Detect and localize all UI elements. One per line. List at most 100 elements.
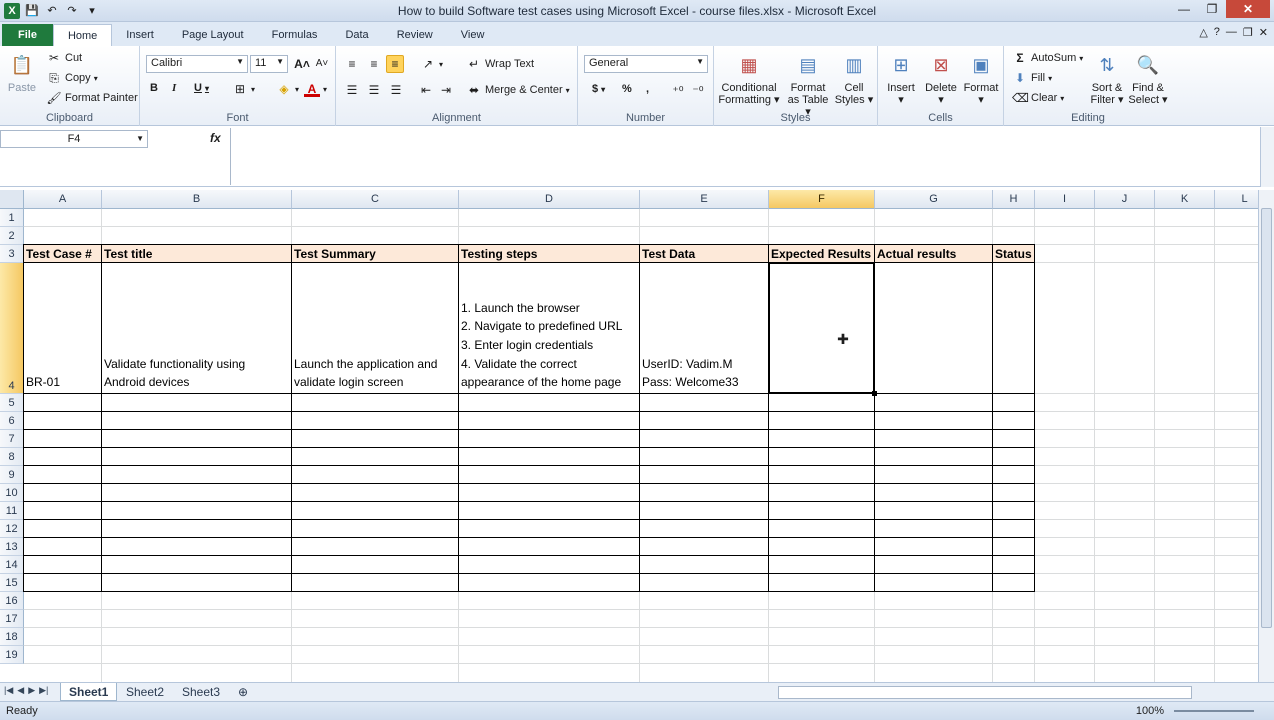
copy-button[interactable]: ⎘ Copy ▾: [46, 70, 98, 86]
tab-insert[interactable]: Insert: [112, 24, 168, 46]
shrink-font-button[interactable]: A˅: [314, 56, 330, 72]
decrease-indent-button[interactable]: ⇤: [418, 82, 434, 98]
cell-d4[interactable]: 1. Launch the browser: [459, 299, 638, 318]
sheet-tab-sheet3[interactable]: Sheet3: [174, 683, 228, 701]
orientation-button[interactable]: ↗ ▾: [420, 56, 443, 72]
row-header-6[interactable]: 6: [0, 412, 24, 430]
column-header-j[interactable]: J: [1095, 190, 1155, 209]
row-header-9[interactable]: 9: [0, 466, 24, 484]
vertical-scrollbar[interactable]: [1258, 190, 1274, 682]
cell-c4[interactable]: Launch the application and: [292, 355, 457, 374]
row-header-4[interactable]: 4: [0, 263, 24, 394]
currency-button[interactable]: $ ▾: [592, 83, 605, 95]
conditional-formatting-button[interactable]: ▦ Conditional Formatting ▾: [718, 50, 780, 106]
next-sheet-icon[interactable]: ▶: [28, 685, 35, 696]
column-header-i[interactable]: I: [1035, 190, 1095, 209]
cell-d4[interactable]: appearance of the home page: [459, 373, 638, 392]
fill-color-button[interactable]: ◈ ▾: [276, 81, 299, 97]
percent-button[interactable]: %: [622, 83, 632, 95]
help-icon[interactable]: ?: [1214, 26, 1220, 39]
row-header-10[interactable]: 10: [0, 484, 24, 502]
vertical-scroll-thumb[interactable]: [1261, 208, 1272, 628]
tab-review[interactable]: Review: [383, 24, 447, 46]
row-header-18[interactable]: 18: [0, 628, 24, 646]
table-header-cell[interactable]: Test Data: [639, 244, 769, 263]
table-header-cell[interactable]: Test title: [101, 244, 292, 263]
zoom-level[interactable]: 100%: [1136, 705, 1164, 717]
column-header-h[interactable]: H: [993, 190, 1035, 209]
tab-home[interactable]: Home: [52, 24, 113, 46]
tab-page-layout[interactable]: Page Layout: [168, 24, 258, 46]
grow-font-button[interactable]: A˄: [294, 56, 310, 72]
cell-e4[interactable]: UserID: Vadim.M: [640, 355, 767, 374]
select-all-corner[interactable]: [0, 190, 24, 209]
table-header-cell[interactable]: Status: [992, 244, 1035, 263]
delete-cells-button[interactable]: ⊠ Delete ▾: [922, 50, 960, 106]
align-left-button[interactable]: ☰: [344, 82, 360, 98]
wrap-text-button[interactable]: ↵ Wrap Text: [466, 56, 534, 72]
tab-formulas[interactable]: Formulas: [258, 24, 332, 46]
workbook-close-icon[interactable]: ✕: [1259, 26, 1268, 39]
column-header-b[interactable]: B: [102, 190, 292, 209]
name-box[interactable]: F4 ▼: [0, 130, 148, 148]
formula-input[interactable]: [230, 128, 1260, 185]
borders-button[interactable]: ⊞ ▾: [232, 81, 255, 97]
table-header-cell[interactable]: Expected Results: [768, 244, 875, 263]
horizontal-scrollbar[interactable]: [778, 686, 1192, 699]
zoom-slider[interactable]: [1174, 710, 1254, 712]
workbook-minimize-icon[interactable]: —: [1226, 26, 1237, 39]
minimize-icon[interactable]: —: [1170, 0, 1198, 18]
cell-b4[interactable]: Validate functionality using: [102, 355, 290, 374]
decrease-decimal-button[interactable]: ⁻⁰: [690, 83, 706, 99]
workbook-restore-icon[interactable]: ❐: [1243, 26, 1253, 39]
cell-a4[interactable]: BR-01: [24, 373, 100, 392]
align-right-button[interactable]: ☰: [388, 82, 404, 98]
row-header-3[interactable]: 3: [0, 245, 24, 263]
align-bottom-button[interactable]: ≡: [386, 55, 404, 73]
font-size-combo[interactable]: 11 ▼: [250, 55, 288, 73]
sort-filter-button[interactable]: ⇅ Sort & Filter ▾: [1088, 50, 1126, 106]
format-painter-button[interactable]: 🖌 Format Painter: [46, 90, 137, 106]
close-icon[interactable]: ✕: [1226, 0, 1270, 18]
table-header-cell[interactable]: Test Summary: [291, 244, 459, 263]
italic-button[interactable]: I: [172, 82, 176, 94]
row-header-14[interactable]: 14: [0, 556, 24, 574]
find-select-button[interactable]: 🔍 Find & Select ▾: [1128, 50, 1168, 106]
formula-bar-scrollbar[interactable]: [1260, 127, 1274, 187]
table-header-cell[interactable]: Testing steps: [458, 244, 640, 263]
column-header-d[interactable]: D: [459, 190, 640, 209]
last-sheet-icon[interactable]: ▶|: [39, 685, 48, 696]
row-header-15[interactable]: 15: [0, 574, 24, 592]
insert-cells-button[interactable]: ⊞ Insert ▾: [882, 50, 920, 106]
cut-button[interactable]: ✂ Cut: [46, 50, 82, 66]
clear-button[interactable]: ⌫ Clear ▾: [1012, 90, 1064, 106]
first-sheet-icon[interactable]: |◀: [4, 685, 13, 696]
column-header-g[interactable]: G: [875, 190, 993, 209]
tab-view[interactable]: View: [447, 24, 499, 46]
row-header-19[interactable]: 19: [0, 646, 24, 664]
row-header-1[interactable]: 1: [0, 209, 24, 227]
font-name-combo[interactable]: Calibri ▼: [146, 55, 248, 73]
cell-e4[interactable]: Pass: Welcome33: [640, 373, 767, 392]
table-header-cell[interactable]: Test Case #: [23, 244, 102, 263]
align-top-button[interactable]: ≡: [344, 56, 360, 72]
cell-d4[interactable]: 2. Navigate to predefined URL: [459, 317, 638, 336]
row-header-5[interactable]: 5: [0, 394, 24, 412]
column-header-k[interactable]: K: [1155, 190, 1215, 209]
font-color-button[interactable]: A ▾: [304, 81, 327, 97]
column-header-l[interactable]: L: [1215, 190, 1258, 209]
cell-d4[interactable]: 3. Enter login credentials: [459, 336, 638, 355]
row-header-13[interactable]: 13: [0, 538, 24, 556]
increase-indent-button[interactable]: ⇥: [438, 82, 454, 98]
bold-button[interactable]: B: [150, 82, 158, 94]
increase-decimal-button[interactable]: ⁺⁰: [670, 83, 686, 99]
table-header-cell[interactable]: Actual results: [874, 244, 993, 263]
tab-data[interactable]: Data: [331, 24, 382, 46]
insert-sheet-icon[interactable]: ⊕: [230, 683, 256, 701]
prev-sheet-icon[interactable]: ◀: [17, 685, 24, 696]
row-header-11[interactable]: 11: [0, 502, 24, 520]
cell-b4[interactable]: Android devices: [102, 373, 290, 392]
autosum-button[interactable]: Σ AutoSum ▾: [1012, 50, 1083, 66]
row-header-17[interactable]: 17: [0, 610, 24, 628]
worksheet-grid[interactable]: A B C D E F G H I J K L 1 2 3 4 5 6 7 8 9 10 11 12 13 14 15 16 17 18 1…: [0, 190, 1258, 682]
